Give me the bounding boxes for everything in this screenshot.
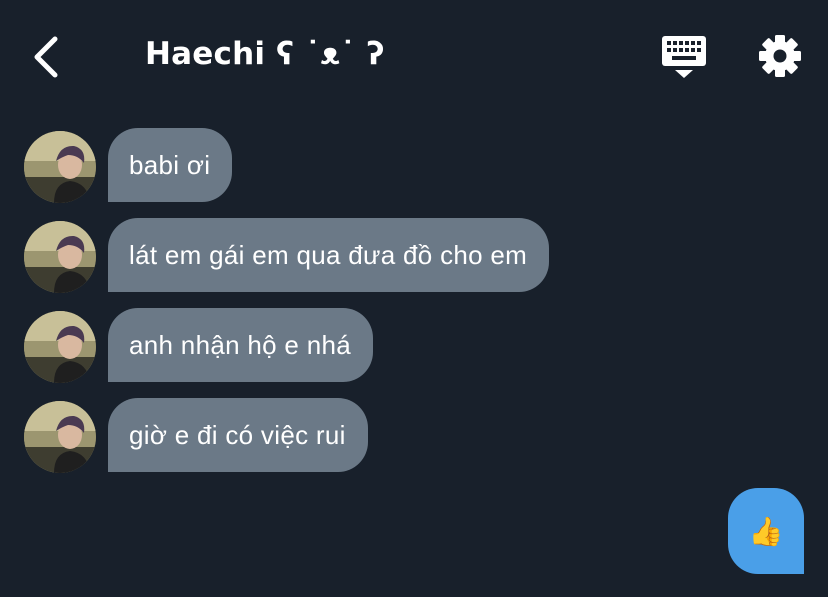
message-bubble[interactable]: lát em gái em qua đưa đồ cho em xyxy=(108,218,550,292)
avatar[interactable] xyxy=(24,131,96,203)
message-bubble[interactable]: anh nhận hộ e nhá xyxy=(108,308,373,382)
avatar-image xyxy=(24,401,96,473)
settings-button[interactable] xyxy=(758,34,802,78)
message-bubble[interactable]: babi ơi xyxy=(108,128,233,202)
thumbs-up-icon: 👍 xyxy=(748,515,784,547)
avatar[interactable] xyxy=(24,401,96,473)
back-button[interactable] xyxy=(26,34,66,80)
chevron-left-icon xyxy=(34,36,58,78)
chat-title: Haechi ʕ ˙ᴥ˙ ʔ xyxy=(145,36,385,72)
keyboard-icon xyxy=(662,36,706,78)
keyboard-button[interactable] xyxy=(660,34,708,80)
avatar-image xyxy=(24,311,96,383)
sent-thumbs-up-bubble[interactable]: 👍 xyxy=(728,488,804,574)
gear-icon xyxy=(759,35,801,77)
avatar[interactable] xyxy=(24,311,96,383)
avatar-image xyxy=(24,131,96,203)
message-bubble[interactable]: giờ e đi có việc rui xyxy=(108,398,368,472)
avatar-image xyxy=(24,221,96,293)
avatar[interactable] xyxy=(24,221,96,293)
chat-header: Haechi ʕ ˙ᴥ˙ ʔ xyxy=(0,0,828,110)
